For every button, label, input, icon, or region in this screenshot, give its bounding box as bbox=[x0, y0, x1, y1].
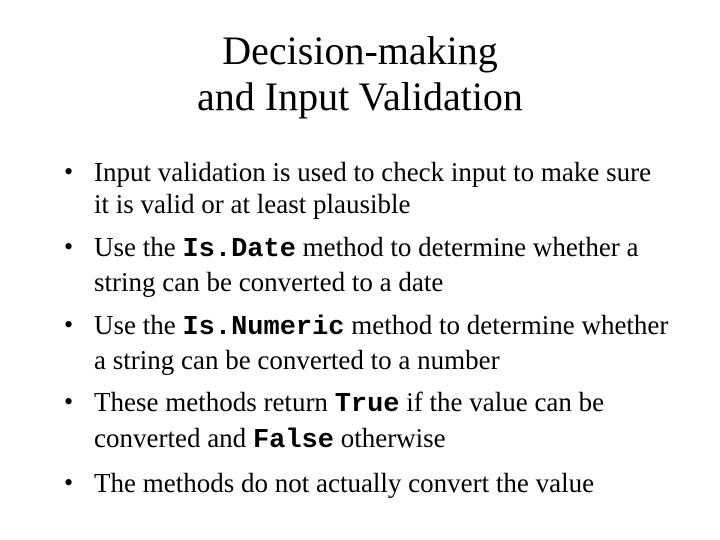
list-item: Use the Is.Date method to determine whet… bbox=[64, 231, 670, 299]
list-item: The methods do not actually convert the … bbox=[64, 467, 670, 499]
bullet-text: Input validation is used to check input … bbox=[94, 157, 651, 219]
code-token: Is.Numeric bbox=[182, 313, 344, 343]
bullet-text: These methods return bbox=[94, 387, 335, 417]
code-token: Is.Date bbox=[182, 235, 295, 265]
list-item: Input validation is used to check input … bbox=[64, 156, 670, 221]
code-token: False bbox=[253, 426, 334, 456]
bullet-list: Input validation is used to check input … bbox=[40, 156, 680, 500]
bullet-text: Use the bbox=[94, 232, 182, 262]
title-line-2: and Input Validation bbox=[197, 74, 523, 119]
title-line-1: Decision-making bbox=[222, 28, 498, 73]
bullet-text: otherwise bbox=[334, 423, 446, 453]
slide: Decision-making and Input Validation Inp… bbox=[0, 0, 720, 540]
bullet-text: Use the bbox=[94, 310, 182, 340]
code-token: True bbox=[335, 390, 400, 420]
list-item: Use the Is.Numeric method to determine w… bbox=[64, 309, 670, 377]
bullet-text: The methods do not actually convert the … bbox=[94, 468, 594, 498]
slide-title: Decision-making and Input Validation bbox=[40, 28, 680, 120]
list-item: These methods return True if the value c… bbox=[64, 386, 670, 457]
